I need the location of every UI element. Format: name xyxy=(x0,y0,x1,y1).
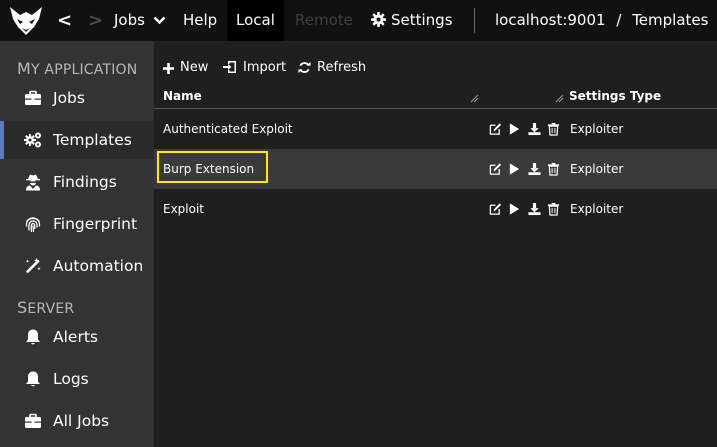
briefcase-icon xyxy=(25,90,41,105)
column-header-name[interactable]: Name xyxy=(163,89,202,103)
remote-tab[interactable]: Remote xyxy=(295,0,353,41)
sidebar-section-my-application: MY APPLICATION xyxy=(17,59,138,78)
edit-icon[interactable] xyxy=(489,202,502,216)
sidebar-item-label: Logs xyxy=(53,370,89,388)
sidebar-item-label: Templates xyxy=(53,131,132,149)
sidebar: MY APPLICATION Jobs Templates Findings F… xyxy=(0,41,154,447)
template-name[interactable]: Burp Extension xyxy=(163,149,254,189)
user-secret-icon xyxy=(26,174,40,191)
sidebar-item-templates[interactable]: Templates xyxy=(0,121,154,159)
settings-type: Exploiter xyxy=(570,162,624,176)
jobs-menu[interactable]: Jobs xyxy=(114,0,166,41)
sidebar-item-label: Alerts xyxy=(53,328,98,346)
new-button[interactable]: New xyxy=(163,59,208,77)
download-icon[interactable] xyxy=(528,122,541,136)
column-resize-handle[interactable] xyxy=(470,94,479,103)
download-icon[interactable] xyxy=(528,162,541,176)
sidebar-section-server: SERVER xyxy=(17,298,75,317)
bell-icon xyxy=(26,371,40,387)
fingerprint-icon xyxy=(25,217,41,233)
local-tab[interactable]: Local xyxy=(227,0,284,41)
sidebar-item-findings[interactable]: Findings xyxy=(0,163,154,201)
settings-type: Exploiter xyxy=(570,202,624,216)
trash-icon[interactable] xyxy=(547,162,560,176)
sidebar-item-label: Findings xyxy=(53,173,117,191)
column-resize-handle[interactable] xyxy=(555,94,564,103)
sidebar-item-fingerprint[interactable]: Fingerprint xyxy=(0,205,154,243)
settings-button[interactable]: Settings xyxy=(371,0,453,41)
download-icon[interactable] xyxy=(528,202,541,216)
breadcrumb: localhost:9001 / Templates xyxy=(495,0,708,41)
breadcrumb-separator: / xyxy=(616,11,622,29)
settings-type: Exploiter xyxy=(570,122,624,136)
edit-icon[interactable] xyxy=(489,122,502,136)
template-name[interactable]: Exploit xyxy=(163,189,204,229)
templates-panel: New Import Refresh Name Settings Type Au… xyxy=(154,41,717,447)
import-icon xyxy=(223,61,236,73)
topbar-divider xyxy=(474,8,475,33)
forward-button[interactable]: > xyxy=(88,0,103,41)
run-icon[interactable] xyxy=(508,162,521,176)
run-icon[interactable] xyxy=(508,202,521,216)
refresh-icon xyxy=(298,61,311,74)
bell-icon xyxy=(26,329,40,345)
table-header: Name Settings Type xyxy=(154,88,717,109)
trash-icon[interactable] xyxy=(547,202,560,216)
table-row[interactable]: Burp Extension Exploiter xyxy=(154,149,717,189)
help-link[interactable]: Help xyxy=(183,0,217,41)
sidebar-item-alerts[interactable]: Alerts xyxy=(0,318,154,356)
sidebar-item-label: All Jobs xyxy=(53,412,110,430)
sidebar-item-all-jobs[interactable]: All Jobs xyxy=(0,402,154,440)
back-button[interactable]: < xyxy=(57,0,72,41)
gear-icon xyxy=(371,12,386,27)
sidebar-item-logs[interactable]: Logs xyxy=(0,360,154,398)
plus-icon xyxy=(163,63,174,74)
sidebar-item-label: Fingerprint xyxy=(53,215,138,233)
template-name[interactable]: Authenticated Exploit xyxy=(163,109,293,149)
magic-wand-icon xyxy=(25,258,41,274)
refresh-button[interactable]: Refresh xyxy=(298,59,366,77)
cogs-icon xyxy=(24,132,41,148)
sidebar-item-automation[interactable]: Automation xyxy=(0,247,154,285)
run-icon[interactable] xyxy=(508,122,521,136)
import-button[interactable]: Import xyxy=(223,59,286,77)
briefcase-icon xyxy=(25,413,41,428)
trash-icon[interactable] xyxy=(547,122,560,136)
sidebar-item-label: Jobs xyxy=(53,89,85,107)
sidebar-item-jobs[interactable]: Jobs xyxy=(0,79,154,117)
jobs-menu-label: Jobs xyxy=(114,11,145,29)
chevron-down-icon xyxy=(153,16,166,25)
edit-icon[interactable] xyxy=(489,162,502,176)
import-button-label: Import xyxy=(243,60,287,75)
fox-logo-icon[interactable] xyxy=(8,5,44,37)
table-row[interactable]: Authenticated Exploit Exploiter xyxy=(154,109,717,149)
sidebar-item-label: Automation xyxy=(53,257,144,275)
settings-label: Settings xyxy=(391,11,453,29)
new-button-label: New xyxy=(180,60,209,75)
refresh-button-label: Refresh xyxy=(317,60,367,75)
breadcrumb-host[interactable]: localhost:9001 xyxy=(495,11,606,29)
table-row[interactable]: Exploit Exploiter xyxy=(154,189,717,229)
column-header-settings-type[interactable]: Settings Type xyxy=(569,89,661,103)
breadcrumb-current: Templates xyxy=(632,11,709,29)
top-bar: < > Jobs Help Local Remote Settings loca… xyxy=(0,0,717,41)
